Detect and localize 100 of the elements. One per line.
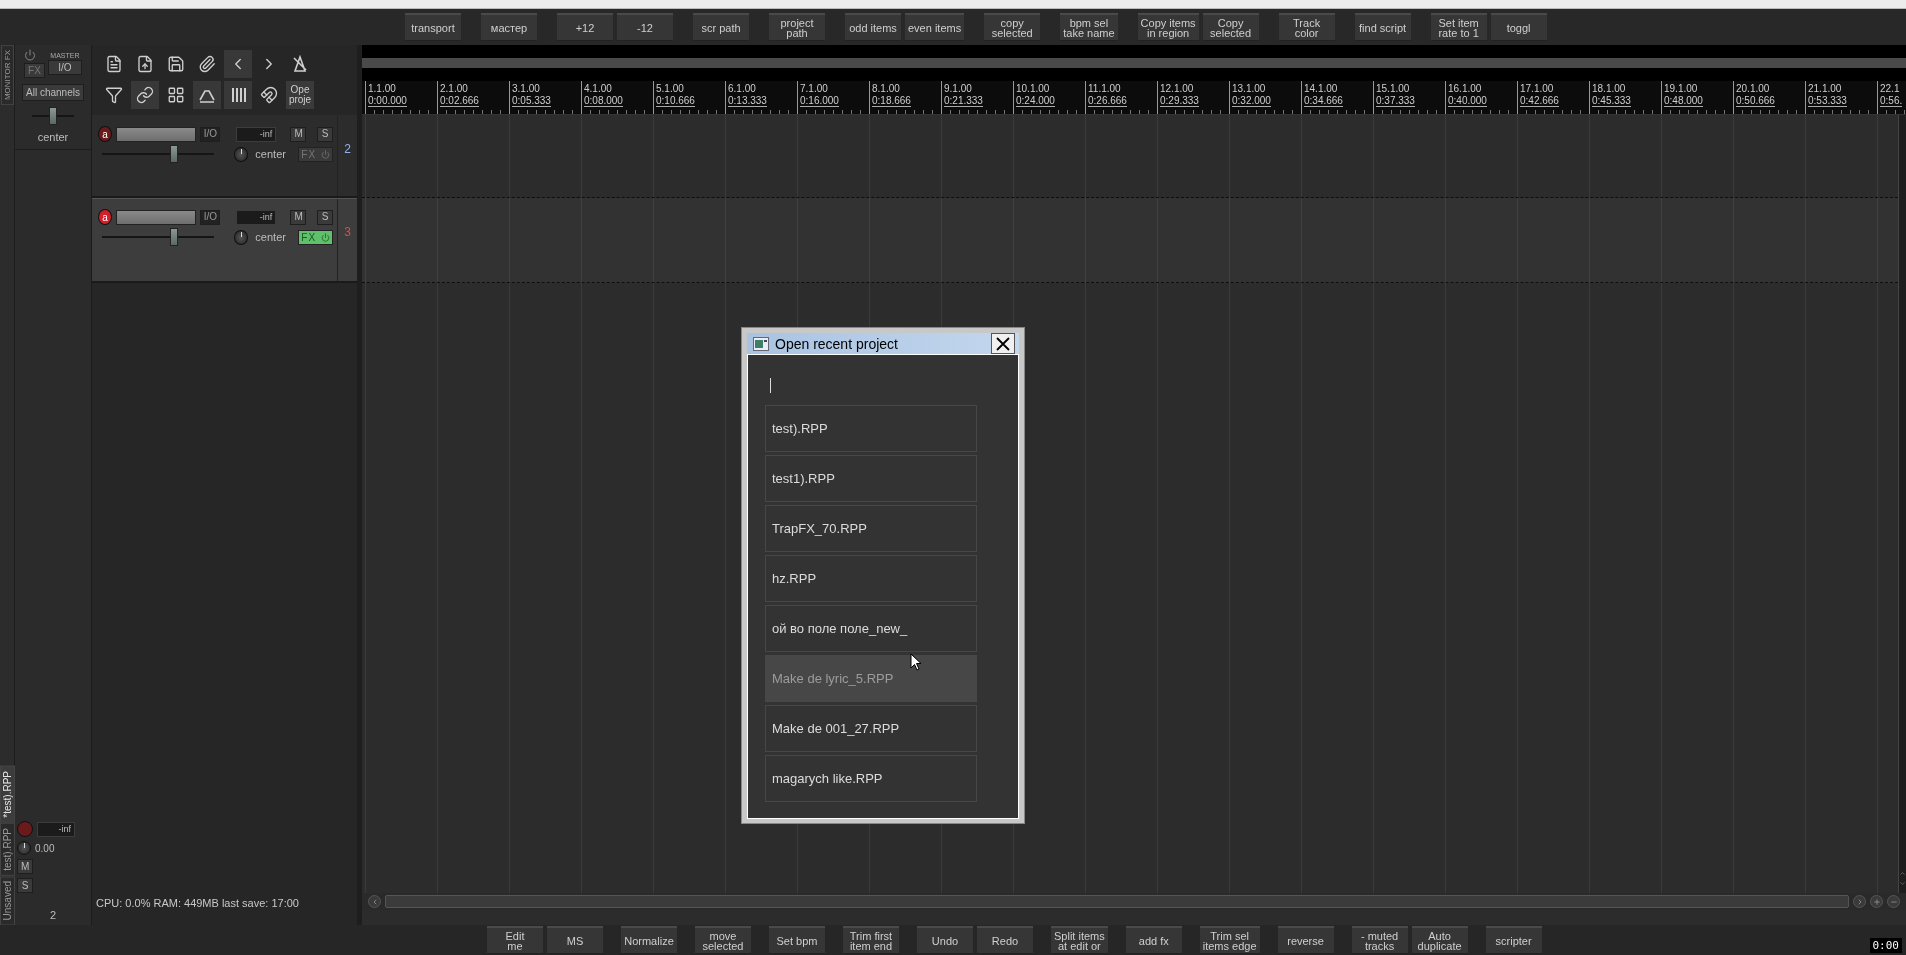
time-label: 0:13.333: [728, 95, 767, 107]
fx-button[interactable]: FX: [298, 229, 333, 245]
toolbar-button[interactable]: move selected: [695, 926, 751, 954]
bar-label: 7.1.00: [800, 83, 829, 94]
toolbar-button[interactable]: find script: [1354, 13, 1411, 41]
toolbar-button[interactable]: copy selected: [984, 13, 1041, 41]
toolbar-button[interactable]: Trim first item end: [843, 926, 899, 954]
time-label: 0:21.333: [944, 95, 983, 107]
scroll-left-button[interactable]: [368, 895, 381, 908]
power-icon: [320, 149, 330, 159]
recent-project-item[interactable]: hz.RPP: [765, 555, 977, 602]
time-label: 0:16.000: [800, 95, 839, 107]
toolbar-button[interactable]: Auto duplicate: [1411, 926, 1468, 954]
toolbar-button[interactable]: Set item rate to 1: [1430, 13, 1487, 41]
time-label: 0:29.333: [1160, 95, 1199, 107]
io-button[interactable]: I/O: [199, 209, 220, 225]
toolbar-button[interactable]: add fx: [1125, 926, 1182, 954]
solo-button[interactable]: S: [17, 878, 33, 893]
channels-button[interactable]: All channels: [22, 84, 84, 101]
open-project-button[interactable]: Ope proje: [286, 81, 314, 109]
mute-button[interactable]: M: [290, 209, 307, 225]
toolbar-button[interactable]: even items: [905, 13, 965, 41]
record-arm-button[interactable]: a: [98, 126, 113, 142]
track-panel[interactable]: a I/O -inf M S center FX 3: [92, 198, 357, 283]
slider-thumb[interactable]: [169, 228, 178, 246]
time-label: 0:48.000: [1664, 95, 1703, 107]
mute-button[interactable]: M: [290, 126, 307, 142]
undo-icon[interactable]: [224, 50, 252, 78]
slider-thumb[interactable]: [49, 107, 57, 125]
toolbar-button[interactable]: scr path: [693, 13, 749, 41]
toolbar-button[interactable]: - muted tracks: [1351, 926, 1408, 954]
toolbar-button[interactable]: мастер: [481, 13, 537, 41]
solo-button[interactable]: S: [317, 209, 333, 225]
toolbar-button[interactable]: Edit me: [487, 926, 543, 954]
monitor-fx-tab[interactable]: MONITOR FX: [0, 45, 14, 106]
toolbar-button[interactable]: MS: [547, 926, 603, 954]
recent-project-item[interactable]: magarych like.RPP: [765, 755, 977, 802]
project-tab[interactable]: Unsaved: [0, 875, 15, 925]
bar-label: 15.1.00: [1376, 83, 1411, 94]
toolbar-button[interactable]: odd items: [845, 13, 901, 41]
status-text: CPU: 0.0% RAM: 449MB last save: 17:00: [96, 897, 299, 909]
track-number: 2: [49, 909, 57, 921]
timeline-ruler[interactable]: [362, 81, 1906, 115]
track-panel[interactable]: a I/O -inf M S center FX 2: [92, 115, 357, 198]
bar-label: 18.1.00: [1592, 83, 1627, 94]
toolbar-button[interactable]: Trim sel items edge: [1199, 926, 1260, 954]
project-tab[interactable]: test).RPP: [0, 822, 15, 876]
scroll-right-button[interactable]: [1853, 895, 1866, 908]
project-tab[interactable]: *test).RPP: [0, 766, 15, 823]
toolbar-button[interactable]: Track color: [1278, 13, 1335, 41]
toolbar-button[interactable]: scripter: [1485, 926, 1542, 954]
toolbar-button[interactable]: Copy items in region: [1137, 13, 1199, 41]
toolbar-button[interactable]: reverse: [1277, 926, 1334, 954]
recent-project-item[interactable]: test1).RPP: [765, 455, 977, 502]
record-arm-button[interactable]: a: [98, 209, 113, 225]
toolbar-button[interactable]: toggl: [1490, 13, 1547, 41]
horizontal-scrollbar[interactable]: [385, 895, 1849, 908]
bar-label: 8.1.00: [872, 83, 901, 94]
toolbar-button[interactable]: Copy selected: [1202, 13, 1259, 41]
time-label: 0:26.666: [1088, 95, 1127, 107]
track-name-field[interactable]: [116, 209, 196, 225]
track-number: 3: [344, 225, 351, 241]
power-icon: [320, 232, 330, 242]
io-button[interactable]: I/O: [199, 126, 220, 142]
time-label: 0:42.666: [1520, 95, 1559, 107]
toolbar-button[interactable]: Redo: [977, 926, 1033, 954]
bar-label: 11.1.00: [1088, 83, 1122, 94]
recent-project-item[interactable]: Make de 001_27.RPP: [765, 705, 977, 752]
mute-button[interactable]: M: [17, 859, 34, 874]
zoom-in-button[interactable]: [1870, 895, 1883, 908]
ripple-bars-icon[interactable]: [224, 81, 252, 109]
volume-knob[interactable]: [17, 841, 31, 855]
toolbar-button[interactable]: Split items at edit or: [1051, 926, 1108, 954]
solo-button[interactable]: S: [317, 126, 333, 142]
toolbar-button[interactable]: project path: [769, 13, 825, 41]
toolbar-button[interactable]: -12: [617, 13, 673, 41]
volume-readout: 0.00: [35, 842, 55, 854]
bar-label: 19.1.00: [1664, 83, 1699, 94]
level-meter: -inf: [236, 126, 277, 142]
toolbar-button[interactable]: Undo: [917, 926, 973, 954]
bar-label: 14.1.00: [1304, 83, 1339, 94]
toolbar-button[interactable]: +12: [557, 13, 613, 41]
toolbar-button[interactable]: transport: [405, 13, 461, 41]
toolbar-button[interactable]: bpm sel take name: [1060, 13, 1118, 41]
toolbar-button[interactable]: Set bpm: [769, 926, 825, 954]
track-name-field[interactable]: [116, 126, 196, 142]
time-label: 0:08.000: [584, 95, 623, 107]
link-icon[interactable]: [131, 81, 159, 109]
time-label: 0:56.: [1880, 95, 1903, 107]
pan-knob[interactable]: [233, 146, 249, 162]
recent-project-item[interactable]: TrapFX_70.RPP: [765, 505, 977, 552]
io-button[interactable]: I/O: [47, 60, 82, 75]
bar-label: 9.1.00: [944, 83, 973, 94]
recent-project-item[interactable]: ой во поле поле_new_: [765, 605, 977, 652]
envelope-icon[interactable]: [193, 81, 221, 109]
recent-project-item[interactable]: test).RPP: [765, 405, 977, 452]
time-label: 0:00.000: [368, 95, 407, 107]
toolbar-button[interactable]: Normalize: [621, 926, 677, 954]
close-button[interactable]: [991, 333, 1015, 354]
slider-thumb[interactable]: [169, 145, 178, 163]
